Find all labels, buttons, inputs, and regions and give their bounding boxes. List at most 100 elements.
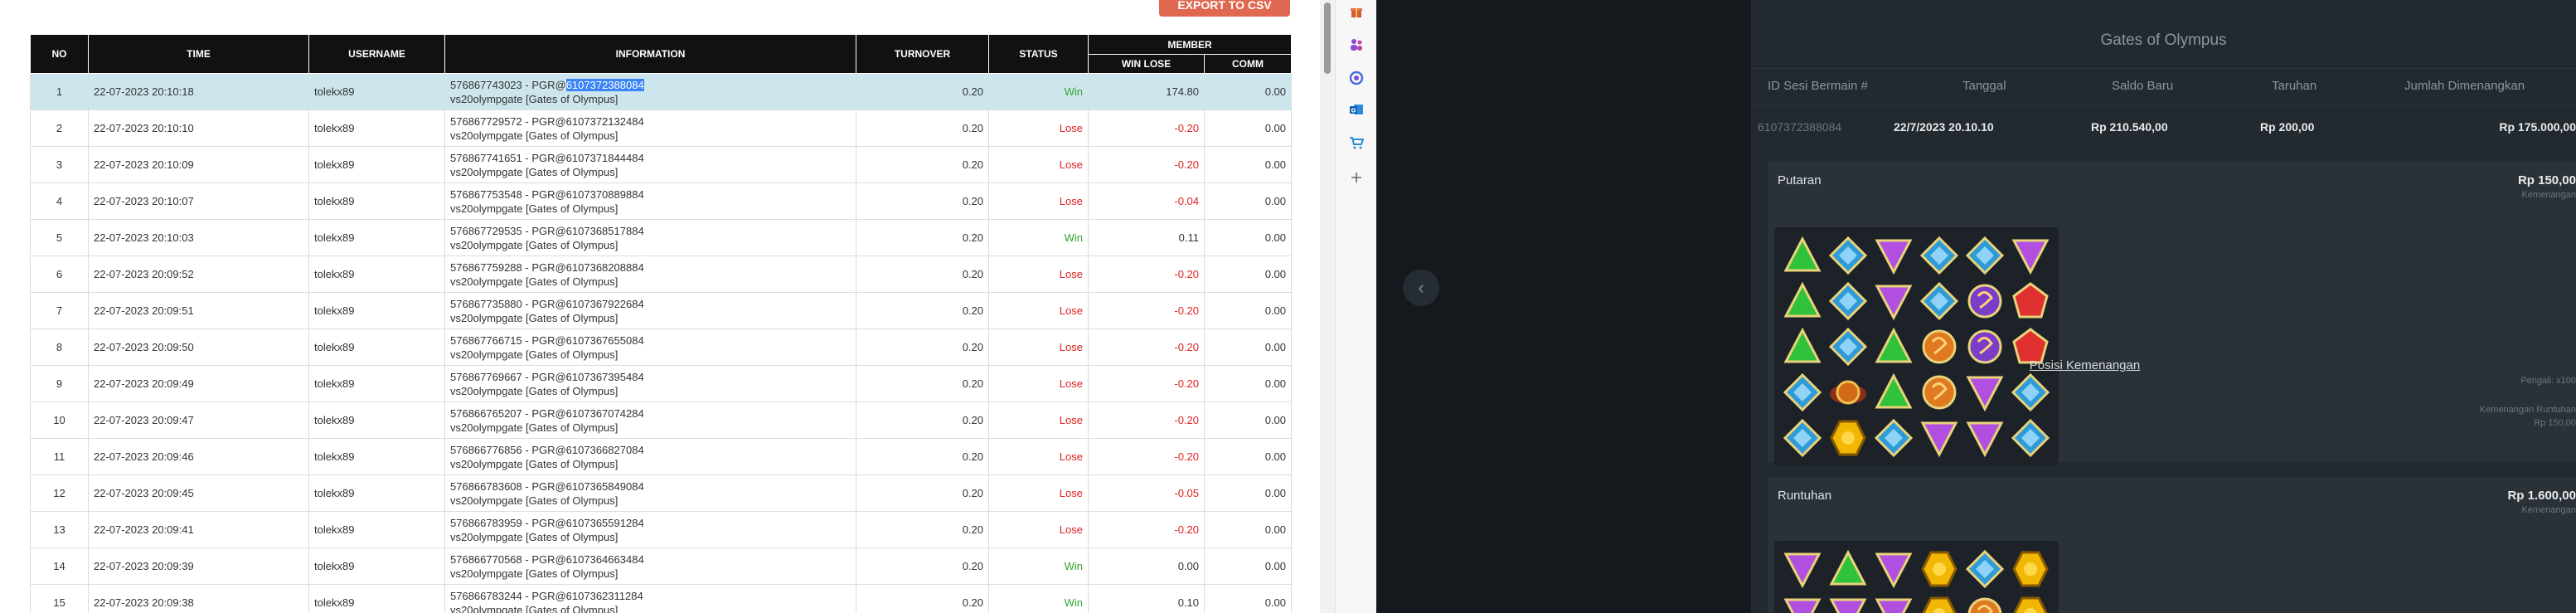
table-row[interactable]: 3 22-07-2023 20:10:09 tolekx89 576867741651… [30, 146, 1292, 183]
dim-overlay [1376, 0, 1751, 613]
cell-no: 14 [30, 547, 89, 585]
cell-turnover: 0.20 [856, 109, 989, 147]
cell-comm: 0.00 [1204, 219, 1292, 256]
table-row[interactable]: 2 22-07-2023 20:10:10 tolekx89 576867729572… [30, 109, 1292, 147]
cell-username: tolekx89 [308, 255, 445, 293]
purple-triangle-gem-icon [1872, 593, 1915, 613]
cell-turnover: 0.20 [856, 73, 989, 110]
multiplier-note: Pengali: x100 [2520, 376, 2576, 386]
cell-no: 2 [30, 109, 89, 147]
header-username[interactable]: USERNAME [308, 34, 445, 74]
cell-information: 576867766715 - PGR@6107367655084 vs20olym… [444, 328, 856, 366]
table-row[interactable]: 7 22-07-2023 20:09:51 tolekx89 576867735880… [30, 292, 1292, 329]
people-icon[interactable] [1346, 35, 1366, 55]
cell-win-lose: -0.20 [1088, 365, 1205, 402]
blue-diamond-gem-icon [1781, 416, 1824, 460]
table-row[interactable]: 9 22-07-2023 20:09:49 tolekx89 576867769667… [30, 365, 1292, 402]
cell-status: Win [988, 219, 1089, 256]
cell-comm: 0.00 [1204, 401, 1292, 439]
cell-time: 22-07-2023 20:10:09 [88, 146, 309, 183]
purple-triangle-gem-icon [2009, 234, 2052, 277]
cell-no: 11 [30, 438, 89, 475]
purple-triangle-gem-icon [1872, 280, 1915, 323]
header-turnover[interactable]: TURNOVER [856, 34, 989, 74]
info-id: 576867743023 - PGR@ [450, 78, 566, 91]
cell-username: tolekx89 [308, 401, 445, 439]
blue-diamond-gem-icon [1963, 234, 2006, 277]
header-time[interactable]: TIME [88, 34, 309, 74]
cascade-sub-label: Kemenangan [2521, 505, 2576, 515]
header-no[interactable]: NO [30, 34, 89, 74]
info-id: 576866783959 - PGR@6107365591284 [450, 516, 644, 529]
table-row[interactable]: 4 22-07-2023 20:10:07 tolekx89 576867753548… [30, 182, 1292, 220]
green-triangle-gem-icon [1781, 234, 1824, 277]
cascade-amount: Rp 1.600,00 [2507, 489, 2576, 503]
cell-turnover: 0.20 [856, 146, 989, 183]
cell-time: 22-07-2023 20:09:39 [88, 547, 309, 585]
info-line-2: vs20olympgate [Gates of Olympus] [450, 567, 619, 580]
violet-swirl-gem-icon [1963, 280, 2006, 323]
table-row[interactable]: 13 22-07-2023 20:09:41 tolekx89 57686678395… [30, 511, 1292, 548]
cell-username: tolekx89 [308, 219, 445, 256]
win-positions-link[interactable]: Posisi Kemenangan [2030, 358, 2140, 372]
cell-username: tolekx89 [308, 547, 445, 585]
cell-username: tolekx89 [308, 146, 445, 183]
info-line-2: vs20olympgate [Gates of Olympus] [450, 165, 619, 178]
table-row[interactable]: 11 22-07-2023 20:09:46 tolekx89 57686677685… [30, 438, 1292, 475]
cart-icon[interactable] [1346, 133, 1366, 153]
spin-title: Putaran [1778, 173, 1822, 187]
info-line-1: 576867735880 - PGR@6107367922684 [450, 297, 851, 311]
browser-side-strip: O [1335, 0, 1377, 613]
cell-turnover: 0.20 [856, 182, 989, 220]
cell-time: 22-07-2023 20:10:10 [88, 109, 309, 147]
cell-win-lose: -0.20 [1088, 292, 1205, 329]
cell-information: 576866783959 - PGR@6107365591284 vs20olym… [444, 511, 856, 548]
cell-comm: 0.00 [1204, 328, 1292, 366]
cell-username: tolekx89 [308, 182, 445, 220]
table-scrollbar-thumb[interactable] [1324, 2, 1331, 74]
table-row[interactable]: 6 22-07-2023 20:09:52 tolekx89 576867759288… [30, 255, 1292, 293]
cell-win-lose: -0.20 [1088, 255, 1205, 293]
info-line-1: 576866783244 - PGR@6107362311284 [450, 589, 851, 603]
cell-status: Lose [988, 109, 1089, 147]
cell-information: 576866770568 - PGR@6107364663484 vs20olym… [444, 547, 856, 585]
gift-icon[interactable] [1346, 2, 1366, 22]
cell-turnover: 0.20 [856, 365, 989, 402]
cell-status: Lose [988, 365, 1089, 402]
header-bet: Taruhan [2272, 79, 2317, 93]
table-row[interactable]: 8 22-07-2023 20:09:50 tolekx89 576867766715… [30, 328, 1292, 366]
win-positions-row: Posisi Kemenangan [1751, 358, 2559, 373]
header-date: Tanggal [1962, 79, 2006, 93]
table-row[interactable]: 12 22-07-2023 20:09:45 tolekx89 57686678360… [30, 474, 1292, 512]
plus-icon[interactable] [1346, 168, 1366, 187]
puzzle-icon[interactable] [1346, 68, 1366, 88]
cell-information: 576866776856 - PGR@6107366827084 vs20olym… [444, 438, 856, 475]
info-selected-text[interactable]: 6107372388084 [565, 78, 644, 91]
blue-diamond-gem-icon [2009, 371, 2052, 414]
header-information[interactable]: INFORMATION [444, 34, 856, 74]
outlook-icon[interactable]: O [1346, 100, 1366, 119]
table-row[interactable]: 14 22-07-2023 20:09:39 tolekx89 57686677056… [30, 547, 1292, 585]
history-row[interactable]: 6107372388084 22/7/2023 20.10.10 Rp 210.… [1751, 110, 2576, 145]
export-csv-button[interactable]: EXPORT TO CSV [1159, 0, 1290, 17]
cell-information: 576867729572 - PGR@6107372132484 vs20olym… [444, 109, 856, 147]
table-row[interactable]: 1 22-07-2023 20:10:18 tolekx89 576867743023… [30, 73, 1292, 110]
info-id: 576867769667 - PGR@6107367395484 [450, 370, 644, 383]
info-line-2: vs20olympgate [Gates of Olympus] [450, 384, 619, 397]
cell-turnover: 0.20 [856, 401, 989, 439]
prev-arrow-button[interactable]: ‹ [1403, 270, 1439, 306]
header-win-lose[interactable]: WIN LOSE [1088, 54, 1205, 74]
table-row[interactable]: 5 22-07-2023 20:10:03 tolekx89 576867729535… [30, 219, 1292, 256]
cell-comm: 0.00 [1204, 292, 1292, 329]
table-row[interactable]: 10 22-07-2023 20:09:47 tolekx89 57686676520… [30, 401, 1292, 439]
cell-comm: 0.00 [1204, 547, 1292, 585]
cell-time: 22-07-2023 20:09:46 [88, 438, 309, 475]
table-row[interactable]: 15 22-07-2023 20:09:38 tolekx89 57686678324… [30, 584, 1292, 613]
cell-comm: 0.00 [1204, 584, 1292, 613]
table-scrollbar-track[interactable] [1320, 0, 1335, 613]
header-comm[interactable]: COMM [1204, 54, 1292, 74]
cell-status: Lose [988, 401, 1089, 439]
cell-turnover: 0.20 [856, 474, 989, 512]
multiplier-orb-icon [1826, 371, 1870, 414]
header-status[interactable]: STATUS [988, 34, 1089, 74]
